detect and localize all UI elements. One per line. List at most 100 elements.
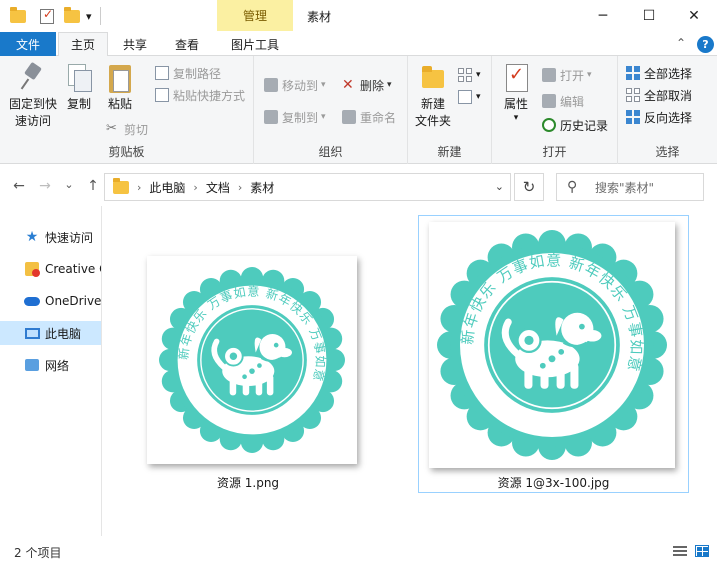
address-bar[interactable]: › 此电脑 › 文档 › 素材 ⌄ — [104, 173, 511, 201]
new-item-button[interactable]: ▾ — [458, 66, 481, 84]
delete-button[interactable]: ✕ 删除 ▾ — [342, 76, 392, 94]
open-group: 属性 ▾ 打开 ▾ 编辑 历史记录 打开 — [492, 56, 618, 164]
copy-path-icon — [155, 66, 169, 80]
open-group-label: 打开 — [542, 145, 567, 159]
navigation-pane: ★ 快速访问 Creative Cloud Files OneDrive 此电脑… — [0, 206, 102, 536]
file-item[interactable]: 新年快乐 万事如意 新年快乐 万事如意 资源 1.png — [133, 246, 363, 496]
move-to-chevron-down-icon: ▾ — [321, 80, 326, 90]
new-folder-icon — [420, 62, 446, 92]
qat-dropdown-icon[interactable]: ▾ — [86, 6, 92, 26]
search-box[interactable]: ⚲ 搜索"素材" — [556, 173, 704, 201]
nav-item-creative-cloud[interactable]: Creative Cloud Files — [0, 257, 101, 281]
breadcrumb-this-pc[interactable]: 此电脑 — [149, 179, 185, 196]
open-button[interactable]: 打开 ▾ — [542, 66, 592, 84]
nav-item-network[interactable]: 网络 — [0, 353, 101, 377]
app-folder-icon — [10, 6, 26, 26]
this-pc-icon — [24, 325, 40, 341]
rename-icon — [342, 110, 356, 124]
address-dropdown-chevron-icon[interactable]: ⌄ — [495, 180, 504, 193]
properties-button[interactable]: 属性 ▾ — [498, 62, 534, 123]
easy-access-chevron-down-icon: ▾ — [476, 92, 481, 102]
select-all-button[interactable]: 全部选择 — [626, 64, 692, 82]
tab-view[interactable]: 查看 — [164, 32, 210, 56]
nav-item-quick-access[interactable]: ★ 快速访问 — [0, 225, 101, 249]
breadcrumb-separator-icon[interactable]: › — [137, 181, 141, 194]
creative-cloud-icon — [24, 261, 40, 277]
tab-share[interactable]: 共享 — [112, 32, 158, 56]
history-icon — [542, 118, 556, 132]
tab-file[interactable]: 文件 — [0, 32, 56, 56]
new-item-icon — [458, 68, 472, 82]
scissors-icon: ✂ — [106, 121, 117, 136]
navigation-bar: ← → ⌄ ↑ › 此电脑 › 文档 › 素材 ⌄ ↻ ⚲ 搜索"素材" — [0, 168, 717, 206]
collapse-ribbon-icon[interactable]: ⌃ — [676, 36, 686, 50]
copy-to-icon — [264, 110, 278, 124]
help-icon[interactable]: ? — [697, 36, 714, 53]
title-bar: ▾ 管理 素材 ─ ☐ ✕ — [0, 0, 717, 32]
new-folder-qat-icon[interactable] — [64, 6, 80, 26]
delete-chevron-down-icon: ▾ — [387, 80, 392, 90]
close-button[interactable]: ✕ — [671, 0, 717, 31]
nav-item-this-pc[interactable]: 此电脑 — [0, 321, 101, 345]
back-arrow-icon[interactable]: ← — [10, 178, 28, 194]
breadcrumb-documents[interactable]: 文档 — [206, 179, 230, 196]
minimize-button[interactable]: ─ — [580, 0, 626, 31]
new-group: 新建 文件夹 ▾ ▾ 新建 — [408, 56, 492, 164]
up-arrow-icon[interactable]: ↑ — [84, 178, 102, 194]
breadcrumb-current-folder[interactable]: 素材 — [250, 179, 274, 196]
paste-button[interactable]: 粘贴 — [102, 62, 138, 113]
details-view-icon[interactable] — [673, 545, 687, 557]
properties-icon — [503, 62, 529, 92]
status-bar: 2 个项目 — [0, 538, 717, 564]
file-list: 新年快乐 万事如意 新年快乐 万事如意 资源 1.png 新年快乐 万事如意 新… — [103, 206, 717, 536]
copy-to-button[interactable]: 复制到 ▾ — [264, 108, 326, 126]
search-input[interactable]: 搜索"素材" — [595, 179, 654, 196]
qat-divider — [100, 7, 101, 25]
pin-icon — [21, 62, 45, 92]
breadcrumb-separator-icon[interactable]: › — [193, 181, 197, 194]
large-icons-view-icon[interactable] — [695, 545, 709, 557]
select-none-button[interactable]: 全部取消 — [626, 86, 692, 104]
copy-path-button[interactable]: 复制路径 — [155, 64, 221, 82]
cut-button[interactable]: ✂ 剪切 — [106, 120, 148, 138]
maximize-button[interactable]: ☐ — [626, 0, 672, 31]
clipboard-group: 固定到快 速访问 复制 粘贴 复制路径 粘贴快捷方式 ✂ 剪切 剪贴板 — [0, 56, 254, 164]
history-button[interactable]: 历史记录 — [542, 116, 608, 134]
select-group-label: 选择 — [655, 145, 680, 159]
paste-shortcut-button[interactable]: 粘贴快捷方式 — [155, 86, 245, 104]
file-name: 资源 1.png — [216, 476, 280, 490]
edit-button[interactable]: 编辑 — [542, 92, 584, 110]
file-item[interactable]: 新年快乐 万事如意 新年快乐 万事如意 资源 1@3x-100.jpg — [418, 215, 689, 493]
new-folder-button[interactable]: 新建 文件夹 — [412, 62, 454, 130]
breadcrumb-separator-icon[interactable]: › — [238, 181, 242, 194]
copy-button[interactable]: 复制 — [62, 62, 96, 113]
easy-access-icon — [458, 90, 472, 104]
organize-group: 移动到 ▾ 复制到 ▾ ✕ 删除 ▾ 重命名 组织 — [254, 56, 408, 164]
properties-qat-icon[interactable] — [40, 6, 54, 26]
easy-access-button[interactable]: ▾ — [458, 88, 481, 106]
select-all-icon — [626, 66, 640, 80]
nav-item-onedrive[interactable]: OneDrive — [0, 289, 101, 313]
forward-arrow-icon[interactable]: → — [36, 178, 54, 194]
paste-shortcut-icon — [155, 88, 169, 102]
invert-selection-button[interactable]: 反向选择 — [626, 108, 692, 126]
manage-tab[interactable]: 管理 — [217, 0, 293, 31]
select-none-icon — [626, 88, 640, 102]
recent-locations-chevron-icon[interactable]: ⌄ — [60, 178, 78, 191]
new-item-chevron-down-icon: ▾ — [476, 70, 481, 80]
tab-home[interactable]: 主页 — [58, 32, 108, 57]
move-to-icon — [264, 78, 278, 92]
copy-icon — [66, 62, 92, 92]
properties-chevron-down-icon: ▾ — [513, 113, 519, 123]
rename-button[interactable]: 重命名 — [342, 108, 396, 126]
pin-quick-access-button[interactable]: 固定到快 速访问 — [6, 62, 60, 130]
new-group-label: 新建 — [437, 145, 462, 159]
file-thumbnail: 新年快乐 万事如意 新年快乐 万事如意 — [147, 256, 357, 464]
refresh-button[interactable]: ↻ — [514, 173, 544, 201]
new-year-stamp-icon: 新年快乐 万事如意 新年快乐 万事如意 — [159, 267, 345, 453]
move-to-button[interactable]: 移动到 ▾ — [264, 76, 326, 94]
tab-picture-tools[interactable]: 图片工具 — [219, 32, 291, 56]
window-title: 素材 — [307, 10, 332, 24]
item-count: 2 个项目 — [14, 546, 62, 560]
paste-icon — [106, 62, 134, 96]
